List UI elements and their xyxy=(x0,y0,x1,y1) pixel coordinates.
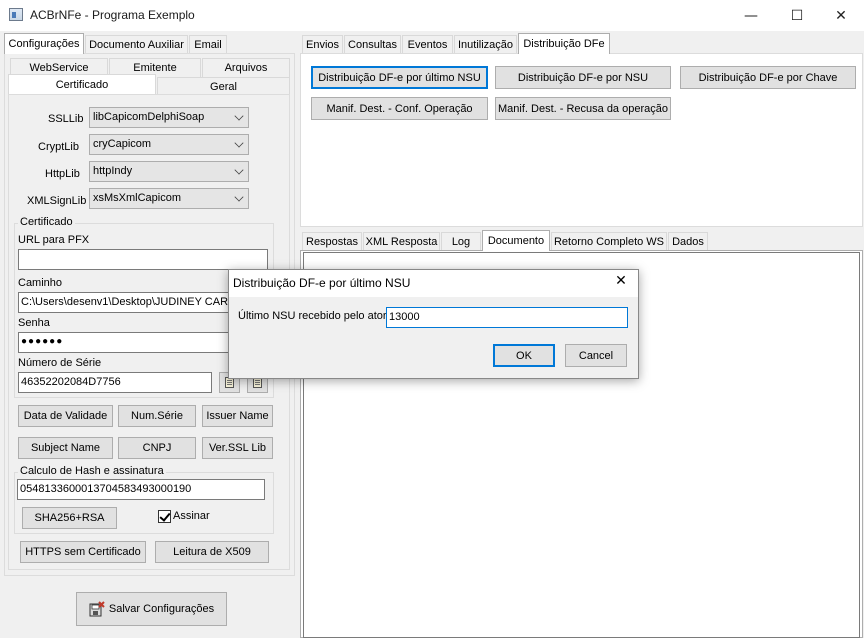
tab-distribuicao-dfe[interactable]: Distribuição DFe xyxy=(518,33,610,54)
ssllib-label: SSLLib xyxy=(48,113,84,125)
caminho-label: Caminho xyxy=(18,277,63,289)
window-titlebar: ACBrNFe - Programa Exemplo — ☐ ✕ xyxy=(0,0,864,31)
data-validade-button[interactable]: Data de Validade xyxy=(18,405,113,427)
tab-dados[interactable]: Dados xyxy=(668,232,708,251)
num-serie-button[interactable]: Num.Série xyxy=(118,405,196,427)
sha256-rsa-button[interactable]: SHA256+RSA xyxy=(22,507,117,529)
minimize-button[interactable]: — xyxy=(728,0,774,31)
dfe-ultimo-nsu-button[interactable]: Distribuição DF-e por último NSU xyxy=(311,66,488,89)
tab-respostas[interactable]: Respostas xyxy=(302,232,362,251)
hash-input[interactable]: 05481336000137045834930001​90 xyxy=(17,479,265,500)
tab-arquivos[interactable]: Arquivos xyxy=(202,58,290,77)
close-button[interactable]: ✕ xyxy=(818,0,864,31)
tab-documento[interactable]: Documento xyxy=(482,230,550,251)
tab-retorno-completo-ws[interactable]: Retorno Completo WS xyxy=(551,232,667,251)
ver-ssl-lib-button[interactable]: Ver.SSL Lib xyxy=(202,437,273,459)
xmlsignlib-value: xsMsXmlCapicom xyxy=(93,192,182,204)
cryptlib-value: cryCapicom xyxy=(93,138,152,150)
ssllib-value: libCapicomDelphiSoap xyxy=(93,111,205,123)
httplib-value: httpIndy xyxy=(93,165,133,177)
cryptlib-label: CryptLib xyxy=(38,141,79,153)
ultimo-nsu-label: Último NSU recebido pelo ator xyxy=(238,310,387,322)
numero-serie-input[interactable]: 46352202084D7756 xyxy=(18,372,212,393)
manif-conf-operacao-button[interactable]: Manif. Dest. - Conf. Operação xyxy=(311,97,488,120)
subject-name-button[interactable]: Subject Name xyxy=(18,437,113,459)
httplib-label: HttpLib xyxy=(45,168,80,180)
chevron-down-icon xyxy=(234,138,244,148)
dialog-ok-button[interactable]: OK xyxy=(493,344,555,367)
tab-log[interactable]: Log xyxy=(441,232,481,251)
certificado-group-title: Certificado xyxy=(18,216,75,228)
leitura-x509-button[interactable]: Leitura de X509 xyxy=(155,541,269,563)
app-icon xyxy=(9,8,23,21)
tab-consultas[interactable]: Consultas xyxy=(344,35,401,54)
ssllib-select[interactable]: libCapicomDelphiSoap xyxy=(89,107,249,128)
tab-email[interactable]: Email xyxy=(189,35,227,54)
https-sem-certificado-button[interactable]: HTTPS sem Certificado xyxy=(20,541,146,563)
window-title: ACBrNFe - Programa Exemplo xyxy=(30,8,195,22)
url-pfx-label: URL para PFX xyxy=(18,234,90,246)
issuer-name-button[interactable]: Issuer Name xyxy=(202,405,273,427)
url-pfx-input[interactable] xyxy=(18,249,268,270)
dialog-titlebar: Distribuição DF-e por último NSU ✕ xyxy=(229,270,638,297)
tab-envios[interactable]: Envios xyxy=(302,35,343,54)
dialog-title: Distribuição DF-e por último NSU xyxy=(233,276,411,290)
numero-serie-label: Número de Série xyxy=(18,357,102,369)
tab-inutilizacao[interactable]: Inutilização xyxy=(454,35,517,54)
hash-group-title: Calculo de Hash e assinatura xyxy=(18,465,166,477)
chevron-down-icon xyxy=(234,192,244,202)
tab-eventos[interactable]: Eventos xyxy=(402,35,453,54)
xmlsignlib-select[interactable]: xsMsXmlCapicom xyxy=(89,188,249,209)
senha-label: Senha xyxy=(18,317,50,329)
manif-recusa-operacao-button[interactable]: Manif. Dest. - Recusa da operação xyxy=(495,97,671,120)
dialog-cancel-button[interactable]: Cancel xyxy=(565,344,627,367)
nsu-dialog: Distribuição DF-e por último NSU ✕ Últim… xyxy=(228,269,639,379)
chevron-down-icon xyxy=(234,111,244,121)
cnpj-button[interactable]: CNPJ xyxy=(118,437,196,459)
maximize-button[interactable]: ☐ xyxy=(774,0,820,31)
tab-xml-resposta[interactable]: XML Resposta xyxy=(363,232,440,251)
dfe-por-chave-button[interactable]: Distribuição DF-e por Chave xyxy=(680,66,856,89)
save-icon xyxy=(89,601,105,617)
ultimo-nsu-input[interactable]: 13000 xyxy=(386,307,628,328)
xmlsignlib-label: XMLSignLib xyxy=(27,195,87,207)
dialog-close-button[interactable]: ✕ xyxy=(609,273,633,293)
salvar-configuracoes-button[interactable]: Salvar Configurações xyxy=(76,592,227,626)
dfe-por-nsu-button[interactable]: Distribuição DF-e por NSU xyxy=(495,66,671,89)
tab-configuracoes[interactable]: Configurações xyxy=(4,33,84,54)
tab-documento-auxiliar[interactable]: Documento Auxiliar xyxy=(85,35,188,54)
cryptlib-select[interactable]: cryCapicom xyxy=(89,134,249,155)
salvar-configuracoes-label: Salvar Configurações xyxy=(108,603,215,615)
chevron-down-icon xyxy=(234,165,244,175)
tab-certificado[interactable]: Certificado xyxy=(8,74,156,94)
assinar-label: Assinar xyxy=(173,510,210,522)
assinar-checkbox[interactable] xyxy=(158,510,171,523)
httplib-select[interactable]: httpIndy xyxy=(89,161,249,182)
